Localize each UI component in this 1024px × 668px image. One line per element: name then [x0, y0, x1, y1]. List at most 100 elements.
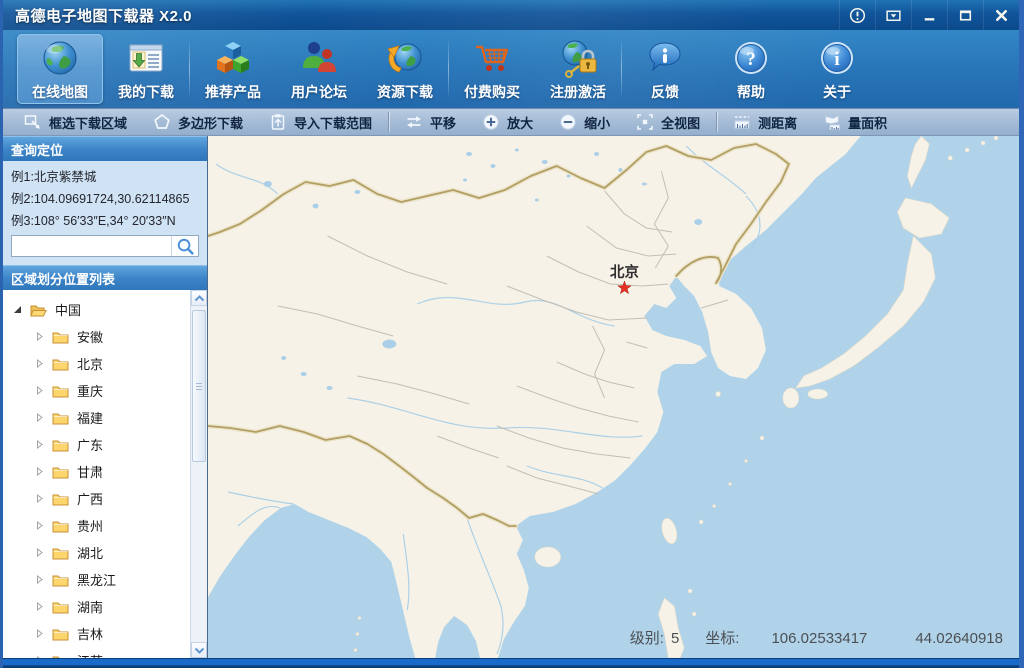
maptool-label: 导入下载范围 [294, 113, 372, 132]
tree-item-province[interactable]: 江苏 [3, 647, 207, 658]
help-icon: ? [731, 37, 771, 79]
tree-collapsed-icon[interactable] [35, 359, 44, 368]
folder-closed-icon [52, 627, 69, 641]
tree-item-label: 甘肃 [77, 462, 103, 481]
tree-collapsed-icon[interactable] [35, 332, 44, 341]
folder-closed-icon [52, 330, 69, 344]
search-icon [176, 237, 195, 256]
tree-item-province[interactable]: 福建 [3, 404, 207, 431]
maximize-icon [957, 7, 974, 24]
maptool-pan[interactable]: 平移 [392, 109, 469, 135]
tree-item-label: 黑龙江 [77, 570, 116, 589]
tree-item-label: 广西 [77, 489, 103, 508]
toolbar-button-users[interactable]: 用户论坛 [276, 34, 362, 104]
tree-item-province[interactable]: 广东 [3, 431, 207, 458]
info-circle-icon [849, 7, 866, 24]
maptool-divider [388, 112, 389, 132]
toolbar-button-label: 注册激活 [550, 82, 606, 102]
search-input[interactable] [12, 236, 171, 256]
map-toolbar: 框选下载区域多边形下载 导入下载范围 平移 放大缩小 全视图 测距离量面积 [3, 108, 1019, 136]
toolbar-button-activate[interactable]: 注册激活 [535, 34, 621, 104]
toolbar-button-globe[interactable]: 在线地图 [17, 34, 103, 104]
tree-item-province[interactable]: 甘肃 [3, 458, 207, 485]
chevron-down-icon [194, 647, 205, 654]
toolbar-button-label: 关于 [823, 82, 851, 102]
box-select-icon [24, 113, 42, 131]
tree-item-root[interactable]: 中国 [3, 296, 207, 323]
svg-text:?: ? [746, 49, 756, 70]
tree-expanded-icon[interactable] [13, 305, 22, 314]
tree-item-province[interactable]: 湖北 [3, 539, 207, 566]
tree-item-province[interactable]: 重庆 [3, 377, 207, 404]
maximize-button[interactable] [947, 0, 983, 30]
about-icon: i [817, 37, 857, 79]
full-view-icon [636, 113, 654, 131]
tree-collapsed-icon[interactable] [35, 629, 44, 638]
info-button[interactable] [839, 0, 875, 30]
tree-scrollbar[interactable] [190, 290, 207, 658]
tree-item-province[interactable]: 广西 [3, 485, 207, 512]
tree-collapsed-icon[interactable] [35, 656, 44, 658]
skin-menu-button[interactable] [875, 0, 911, 30]
maptool-zoom-out[interactable]: 缩小 [546, 109, 623, 135]
maptool-zoom-in[interactable]: 放大 [469, 109, 546, 135]
maptool-full-view[interactable]: 全视图 [623, 109, 713, 135]
tree-collapsed-icon[interactable] [35, 440, 44, 449]
tree-item-province[interactable]: 安徽 [3, 323, 207, 350]
skin-menu-icon [885, 7, 902, 24]
scroll-up-button[interactable] [191, 290, 207, 306]
main-toolbar: 在线地图我的下载推荐产品用户论坛资源下载付费购买注册激活反馈? 帮助 i 关于 [3, 30, 1019, 108]
zoom-level-value: 5 [671, 630, 679, 647]
tree-item-label: 安徽 [77, 327, 103, 346]
search-button[interactable] [171, 236, 198, 256]
tree-item-label: 贵州 [77, 516, 103, 535]
china-map[interactable]: 北京 [208, 136, 1019, 658]
maptool-label: 全视图 [661, 113, 700, 132]
maptool-box-select[interactable]: 框选下载区域 [11, 109, 140, 135]
search-panel-header: 查询定位 [3, 136, 207, 161]
tree-collapsed-icon[interactable] [35, 386, 44, 395]
maptool-polygon[interactable]: 多边形下载 [140, 109, 256, 135]
tree-panel-header: 区域划分位置列表 [3, 265, 207, 290]
tree-item-province[interactable]: 北京 [3, 350, 207, 377]
tree-collapsed-icon[interactable] [35, 413, 44, 422]
tree-collapsed-icon[interactable] [35, 602, 44, 611]
tree-item-province[interactable]: 湖南 [3, 593, 207, 620]
tree-item-province[interactable]: 黑龙江 [3, 566, 207, 593]
toolbar-button-cart[interactable]: 付费购买 [449, 34, 535, 104]
tree-collapsed-icon[interactable] [35, 521, 44, 530]
toolbar-button-help[interactable]: ? 帮助 [708, 34, 794, 104]
tree-item-province[interactable]: 吉林 [3, 620, 207, 647]
maptool-import[interactable]: 导入下载范围 [256, 109, 385, 135]
toolbar-button-label: 推荐产品 [205, 82, 261, 102]
tree-collapsed-icon[interactable] [35, 548, 44, 557]
folder-closed-icon [52, 384, 69, 398]
tree-collapsed-icon[interactable] [35, 494, 44, 503]
map-area[interactable]: 北京 级别: 5 坐标: 106.02533417 44.02640918 [208, 136, 1019, 658]
folder-closed-icon [52, 546, 69, 560]
toolbar-button-downloads[interactable]: 我的下载 [103, 34, 189, 104]
toolbar-button-cubes[interactable]: 推荐产品 [190, 34, 276, 104]
maptool-ruler[interactable]: 测距离 [720, 109, 810, 135]
scroll-down-button[interactable] [191, 642, 207, 658]
toolbar-button-label: 帮助 [737, 82, 765, 102]
folder-closed-icon [52, 357, 69, 371]
maptool-label: 放大 [507, 113, 533, 132]
toolbar-button-about[interactable]: i 关于 [794, 34, 880, 104]
map-status: 级别: 5 坐标: 106.02533417 44.02640918 [630, 627, 1003, 648]
zoom-in-icon [482, 113, 500, 131]
feedback-icon [645, 37, 685, 79]
activate-icon [558, 37, 598, 79]
maptool-area[interactable]: 量面积 [810, 109, 900, 135]
beijing-label: 北京 [610, 263, 639, 281]
toolbar-button-feedback[interactable]: 反馈 [622, 34, 708, 104]
tree-collapsed-icon[interactable] [35, 575, 44, 584]
tree-item-province[interactable]: 贵州 [3, 512, 207, 539]
close-button[interactable] [983, 0, 1019, 30]
globe-icon [40, 37, 80, 79]
tree-collapsed-icon[interactable] [35, 467, 44, 476]
scrollbar-thumb[interactable] [192, 310, 206, 462]
toolbar-button-resource[interactable]: 资源下载 [362, 34, 448, 104]
minimize-button[interactable] [911, 0, 947, 30]
polygon-icon [153, 113, 171, 131]
